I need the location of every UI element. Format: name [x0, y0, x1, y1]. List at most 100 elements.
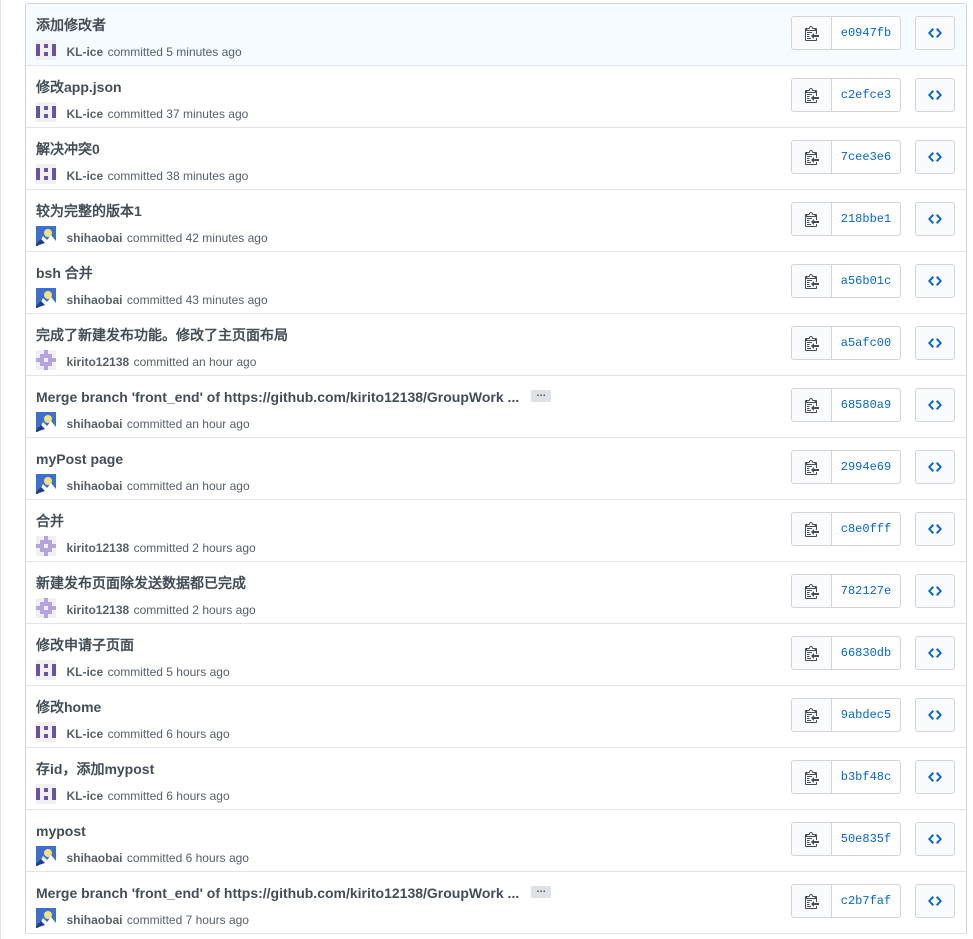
commit-time: committed 7 hours ago	[126, 913, 249, 928]
copy-sha-button[interactable]	[792, 575, 832, 607]
browse-files-button[interactable]	[915, 388, 955, 422]
kl-ice-avatar[interactable]	[36, 40, 56, 60]
commit-message-link[interactable]: myPost page	[36, 451, 123, 467]
author-name[interactable]: shihaobai	[66, 479, 122, 493]
author-name[interactable]: kirito12138	[66, 541, 129, 555]
commit-sha-link[interactable]: 218bbe1	[832, 203, 900, 235]
kl-ice-avatar[interactable]	[36, 102, 56, 122]
copy-sha-button[interactable]	[792, 451, 832, 483]
commit-sha-link[interactable]: c8e0fff	[832, 513, 900, 545]
author-name[interactable]: KL-ice	[66, 169, 103, 183]
copy-sha-button[interactable]	[792, 327, 832, 359]
commit-message-link[interactable]: 添加修改者	[36, 17, 106, 33]
shihaobai-avatar[interactable]	[36, 226, 56, 246]
commit-sha-link[interactable]: e0947fb	[832, 17, 900, 49]
commit-message-link[interactable]: mypost	[36, 823, 86, 839]
commit-sha-link[interactable]: 66830db	[832, 637, 900, 669]
copy-sha-button[interactable]	[792, 699, 832, 731]
copy-sha-button[interactable]	[792, 203, 832, 235]
commit-message-link[interactable]: 合并	[36, 513, 64, 529]
browse-files-button[interactable]	[915, 264, 955, 298]
commit-sha-link[interactable]: c2efce3	[832, 79, 900, 111]
kirito-avatar[interactable]	[36, 536, 56, 556]
copy-sha-button[interactable]	[792, 513, 832, 545]
commit-sha-link[interactable]: b3bf48c	[832, 761, 900, 793]
copy-sha-button[interactable]	[792, 761, 832, 793]
author-name[interactable]: shihaobai	[66, 417, 122, 431]
commit-message-link[interactable]: 修改app.json	[36, 79, 122, 95]
kirito-avatar[interactable]	[36, 598, 56, 618]
page-left-border	[0, 0, 1, 939]
commit-sha-link[interactable]: c2b7faf	[832, 885, 900, 917]
commit-sha-link[interactable]: 782127e	[832, 575, 900, 607]
browse-files-button[interactable]	[915, 450, 955, 484]
shihaobai-avatar[interactable]	[36, 474, 56, 494]
shihaobai-avatar[interactable]	[36, 288, 56, 308]
author-name[interactable]: kirito12138	[66, 603, 129, 617]
copy-sha-button[interactable]	[792, 141, 832, 173]
kl-ice-avatar[interactable]	[36, 660, 56, 680]
commit-message-link[interactable]: 较为完整的版本1	[36, 203, 142, 219]
browse-files-button[interactable]	[915, 78, 955, 112]
copy-sha-button[interactable]	[792, 637, 832, 669]
browse-files-button[interactable]	[915, 16, 955, 50]
commit-meta: kirito12138 committed 2 hours ago	[36, 536, 256, 556]
commit-sha-link[interactable]: 50e835f	[832, 823, 900, 855]
copy-sha-button[interactable]	[792, 823, 832, 855]
commit-sha-link[interactable]: a56b01c	[832, 265, 900, 297]
commit-message-link[interactable]: Merge branch 'front_end' of https://gith…	[36, 389, 552, 405]
author-name[interactable]: shihaobai	[66, 293, 122, 307]
commit-message-link[interactable]: 修改home	[36, 699, 101, 715]
kl-ice-avatar[interactable]	[36, 784, 56, 804]
commit-sha-link[interactable]: 9abdec5	[832, 699, 900, 731]
author-name[interactable]: shihaobai	[66, 913, 122, 927]
copy-sha-button[interactable]	[792, 17, 832, 49]
copy-sha-button[interactable]	[792, 389, 832, 421]
commit-sha-link[interactable]: a5afc00	[832, 327, 900, 359]
browse-files-button[interactable]	[915, 884, 955, 918]
shihaobai-avatar[interactable]	[36, 412, 56, 432]
commit-message-link[interactable]: 存id，添加mypost	[36, 761, 154, 777]
kl-ice-avatar[interactable]	[36, 164, 56, 184]
kirito-avatar[interactable]	[36, 350, 56, 370]
browse-files-button[interactable]	[915, 202, 955, 236]
commit-message-link[interactable]: 完成了新建发布功能。修改了主页面布局	[36, 327, 288, 343]
author-name[interactable]: shihaobai	[66, 231, 122, 245]
author-name[interactable]: KL-ice	[66, 665, 103, 679]
author-name[interactable]: KL-ice	[66, 107, 103, 121]
browse-files-button[interactable]	[915, 326, 955, 360]
browse-files-button[interactable]	[915, 698, 955, 732]
browse-files-button[interactable]	[915, 636, 955, 670]
commit-message-link[interactable]: Merge branch 'front_end' of https://gith…	[36, 885, 552, 901]
copy-sha-button[interactable]	[792, 885, 832, 917]
commit-message-link[interactable]: 新建发布页面除发送数据都已完成	[36, 575, 246, 591]
expand-message-button[interactable]: …	[531, 885, 552, 899]
browse-files-button[interactable]	[915, 822, 955, 856]
browse-files-button[interactable]	[915, 574, 955, 608]
sha-button-group: 68580a9	[791, 388, 901, 422]
browse-files-button[interactable]	[915, 760, 955, 794]
commit-message-link[interactable]: 解决冲突0	[36, 141, 100, 157]
author-name[interactable]: KL-ice	[66, 727, 103, 741]
commit-sha-link[interactable]: 2994e69	[832, 451, 900, 483]
shihaobai-avatar[interactable]	[36, 908, 56, 928]
shihaobai-avatar[interactable]	[36, 846, 56, 866]
commit-time: committed 2 hours ago	[133, 603, 256, 618]
copy-sha-button[interactable]	[792, 79, 832, 111]
commit-sha-link[interactable]: 7cee3e6	[832, 141, 900, 173]
author-name[interactable]: kirito12138	[66, 355, 129, 369]
commit-message-link[interactable]: 修改申请子页面	[36, 637, 134, 653]
author-name[interactable]: KL-ice	[66, 45, 103, 59]
author-name[interactable]: KL-ice	[66, 789, 103, 803]
code-icon	[928, 276, 942, 286]
commit-message: 合并	[36, 513, 64, 529]
expand-message-button[interactable]: …	[531, 389, 552, 403]
browse-files-button[interactable]	[915, 140, 955, 174]
commit-message-link[interactable]: bsh 合并	[36, 265, 93, 281]
author-name[interactable]: shihaobai	[66, 851, 122, 865]
kl-ice-avatar[interactable]	[36, 722, 56, 742]
browse-files-button[interactable]	[915, 512, 955, 546]
commit-sha-link[interactable]: 68580a9	[832, 389, 900, 421]
sha-button-group: 9abdec5	[791, 698, 901, 732]
copy-sha-button[interactable]	[792, 265, 832, 297]
